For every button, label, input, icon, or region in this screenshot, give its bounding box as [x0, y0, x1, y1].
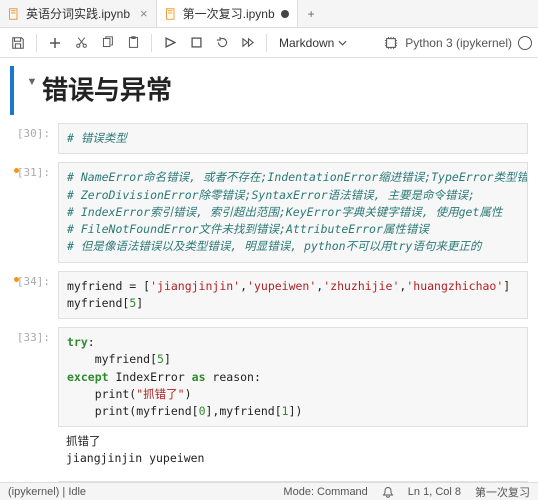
save-button[interactable]	[6, 31, 30, 55]
heading: 错误与异常	[42, 70, 528, 107]
unsaved-indicator	[281, 10, 289, 18]
separator	[151, 34, 152, 52]
paste-button[interactable]	[121, 31, 145, 55]
code-cell-34[interactable]: [34]: myfriend = ['jiangjinjin','yupeiwe…	[0, 269, 538, 326]
close-icon[interactable]: ×	[140, 6, 148, 21]
insert-cell-button[interactable]	[43, 31, 67, 55]
tab-label: 第一次复习.ipynb	[183, 5, 275, 22]
copy-button[interactable]	[95, 31, 119, 55]
cell-active-bar	[10, 66, 14, 115]
cell-output: 抓错了 jiangjinjin yupeiwen	[58, 427, 528, 472]
notebook-icon	[165, 8, 177, 20]
status-mode: Mode: Command	[283, 486, 367, 498]
notebook-area[interactable]: ▼ 错误与异常 [30]: # 错误类型 [31]: # NameError命名…	[0, 58, 538, 482]
code-input[interactable]: myfriend = ['jiangjinjin','yupeiwen','zh…	[58, 271, 528, 320]
new-tab-button[interactable]: +	[298, 0, 325, 27]
kernel-name[interactable]: Python 3 (ipykernel)	[405, 36, 512, 50]
gpu-button[interactable]	[379, 31, 403, 55]
restart-run-all-button[interactable]	[236, 31, 260, 55]
status-file: 第一次复习	[475, 484, 530, 500]
prompt: [34]:	[10, 271, 58, 320]
separator	[36, 34, 37, 52]
separator	[266, 34, 267, 52]
chevron-down-icon	[338, 40, 347, 46]
interrupt-button[interactable]	[184, 31, 208, 55]
code-input[interactable]: # NameError命名错误, 或者不存在;IndentationError缩…	[58, 162, 528, 262]
toolbar: Markdown Python 3 (ipykernel)	[0, 28, 538, 58]
code-cell-31[interactable]: [31]: # NameError命名错误, 或者不存在;Indentation…	[0, 160, 538, 268]
tab-file-2[interactable]: 第一次复习.ipynb	[157, 0, 298, 27]
kernel-status-icon[interactable]	[518, 36, 532, 50]
code-cell-33[interactable]: [33]: try: myfriend[5] except IndexError…	[0, 325, 538, 479]
celltype-label: Markdown	[279, 36, 334, 50]
prompt: [33]:	[10, 327, 58, 473]
code-input[interactable]: try: myfriend[5] except IndexError as re…	[58, 327, 528, 427]
prompt: [30]:	[10, 123, 58, 154]
markdown-cell[interactable]: ▼ 错误与异常	[0, 64, 538, 121]
code-cell-30[interactable]: [30]: # 错误类型	[0, 121, 538, 160]
tab-bar: 英语分词实践.ipynb × 第一次复习.ipynb +	[0, 0, 538, 28]
status-bar: (ipykernel) | Idle Mode: Command Ln 1, C…	[0, 482, 538, 500]
notebook-icon	[8, 8, 20, 20]
code-input[interactable]: # 错误类型	[58, 123, 528, 154]
notification-icon[interactable]	[382, 486, 394, 498]
prompt: [31]:	[10, 162, 58, 262]
status-position: Ln 1, Col 8	[408, 486, 461, 498]
celltype-dropdown[interactable]: Markdown	[273, 34, 353, 52]
status-kernel: (ipykernel) | Idle	[8, 486, 86, 498]
tab-label: 英语分词实践.ipynb	[26, 5, 130, 22]
restart-button[interactable]	[210, 31, 234, 55]
run-button[interactable]	[158, 31, 182, 55]
collapse-toggle[interactable]: ▼	[22, 66, 42, 115]
tab-file-1[interactable]: 英语分词实践.ipynb ×	[0, 0, 157, 27]
cut-button[interactable]	[69, 31, 93, 55]
